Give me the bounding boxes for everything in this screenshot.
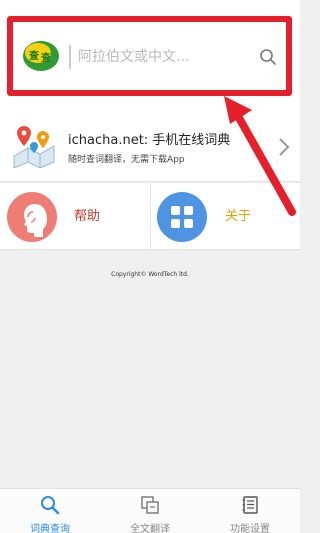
translate-icon [141, 496, 159, 514]
tab-label: 功能设置 [230, 524, 270, 533]
promo-subtitle: 随时查词翻译，无需下载App [68, 155, 185, 165]
notebook-icon [242, 496, 258, 514]
help-button[interactable]: 帮助 [0, 183, 150, 250]
about-label: 关于 [225, 209, 252, 224]
tab-settings[interactable]: 功能设置 [200, 489, 300, 533]
tab-dictionary[interactable]: 词典查询 [0, 489, 100, 533]
bottom-tab-bar: 词典查询 全文翻译 功能设置 [0, 488, 300, 533]
promo-title: ichacha.net: 手机在线词典 [68, 133, 231, 148]
grid-icon [157, 192, 207, 242]
copyright-text: Copyright© WordTech ltd. [111, 271, 189, 278]
action-row: 帮助 关于 [0, 183, 300, 250]
search-icon [41, 496, 60, 515]
search-highlight-box [7, 16, 292, 96]
tab-label: 词典查询 [30, 524, 70, 533]
chevron-right-icon [279, 138, 290, 156]
map-pin-icon [13, 126, 55, 168]
tab-label: 全文翻译 [130, 524, 170, 533]
promo-banner[interactable]: ichacha.net: 手机在线词典 随时查词翻译，无需下载App [0, 105, 300, 182]
tab-translate[interactable]: 全文翻译 [100, 489, 200, 533]
help-label: 帮助 [74, 209, 101, 224]
person-profile-icon [7, 192, 57, 242]
about-button[interactable]: 关于 [151, 183, 300, 250]
